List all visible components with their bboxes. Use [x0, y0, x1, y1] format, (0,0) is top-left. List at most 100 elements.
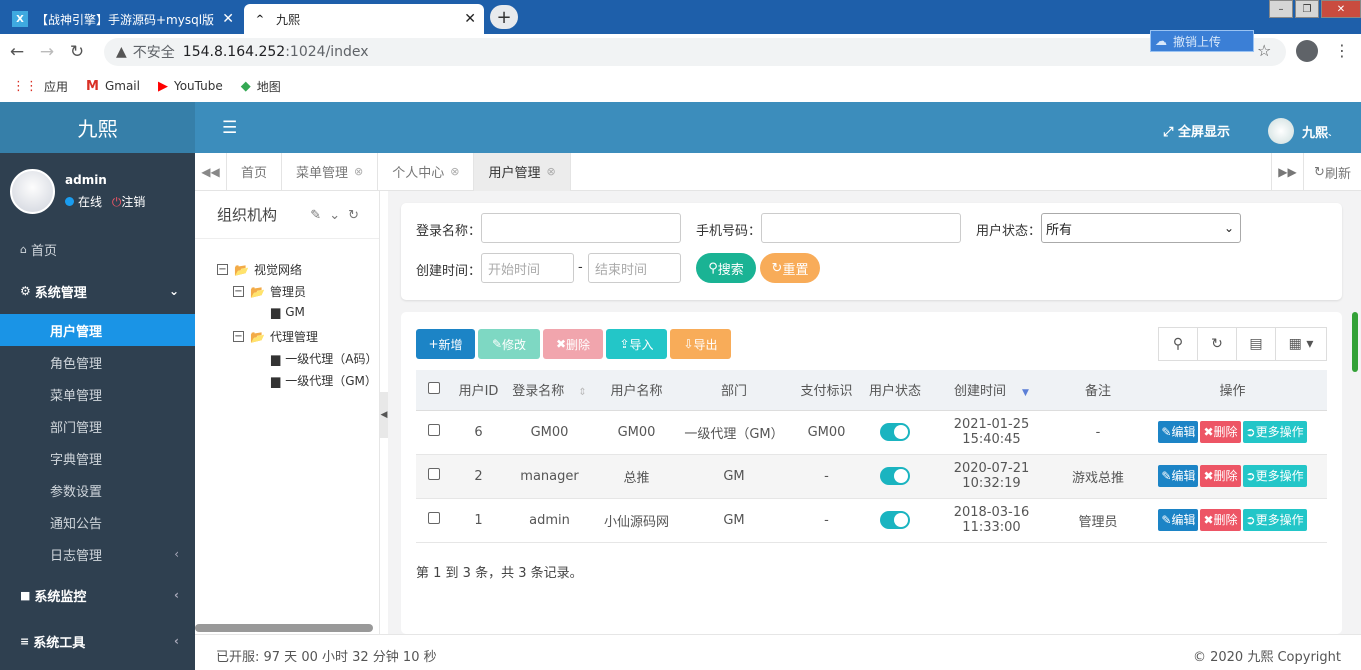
row-more-button[interactable]: ➲更多操作 [1242, 465, 1307, 487]
sidebar-item-system[interactable]: ⚙ 系统管理 ⌄ [0, 268, 195, 314]
phone-input[interactable] [761, 213, 961, 243]
browser-tab-2[interactable]: ^ 九熙 ✕ [244, 4, 484, 34]
profile-icon[interactable] [1296, 40, 1318, 62]
window-close-button[interactable]: ✕ [1321, 0, 1361, 18]
row-edit-button[interactable]: ✎编辑 [1158, 509, 1199, 531]
tree-node-agents[interactable]: − 📂 代理管理 [233, 328, 318, 345]
close-icon[interactable]: ⊗ [547, 165, 556, 178]
export-button[interactable]: ⇩ 导出 [670, 329, 731, 359]
row-more-button[interactable]: ➲更多操作 [1242, 509, 1307, 531]
tree-node-agent-a[interactable]: ▆ 一级代理（A码） [271, 350, 377, 367]
status-toggle[interactable] [880, 511, 910, 529]
avatar[interactable] [10, 169, 55, 214]
sidebar-item-logs[interactable]: 日志管理 ‹ [0, 538, 195, 570]
close-icon[interactable]: ⊗ [354, 165, 363, 178]
row-more-button[interactable]: ➲更多操作 [1242, 421, 1307, 443]
delete-button[interactable]: ✖ 删除 [543, 329, 603, 359]
collapse-icon[interactable]: − [217, 264, 228, 275]
tab-menu[interactable]: 菜单管理 ⊗ [282, 152, 379, 191]
status-select[interactable]: 所有 ⌄ [1041, 213, 1241, 243]
edit-icon[interactable]: ✎ [310, 208, 329, 223]
tabs-right-arrow-icon[interactable]: ▶▶ [1271, 153, 1303, 191]
horizontal-scrollbar[interactable] [195, 624, 373, 632]
maximize-button[interactable]: ❐ [1295, 0, 1319, 18]
refresh-tab-button[interactable]: ↻ 刷新 [1303, 153, 1361, 191]
refresh-icon[interactable]: ↻ [348, 208, 367, 223]
status-toggle[interactable] [880, 467, 910, 485]
status-toggle[interactable] [880, 423, 910, 441]
tree-node-admins[interactable]: − 📂 管理员 [233, 283, 306, 300]
column-header[interactable]: 创建时间 ▼ [925, 370, 1058, 411]
row-delete-button[interactable]: ✖删除 [1200, 421, 1241, 443]
list-view-icon[interactable]: ▤ [1236, 327, 1276, 361]
tree-node-agent-gm[interactable]: ▆ 一级代理（GM） [271, 372, 377, 389]
table-row[interactable]: 2 manager 总推 GM - 2020-07-21 10:32:19 游戏… [416, 454, 1327, 499]
sidebar-item-menus[interactable]: 菜单管理 [0, 378, 195, 410]
url-field[interactable]: ▲ 不安全 154.8.164.252 :1024/index [104, 38, 1286, 66]
tabs-left-arrow-icon[interactable]: ◀◀ [195, 152, 227, 191]
row-checkbox[interactable] [427, 468, 440, 480]
tab-home[interactable]: 首页 [227, 152, 283, 191]
sidebar-item-home[interactable]: ⌂ 首页 [0, 230, 195, 268]
close-icon[interactable]: ✕ [222, 11, 234, 27]
search-button[interactable]: ⚲ 搜索 [696, 253, 756, 283]
table-row[interactable]: 6 GM00 GM00 一级代理（GM） GM00 2021-01-25 15:… [416, 410, 1327, 455]
fullscreen-button[interactable]: ⤢ 全屏显示 [1163, 121, 1230, 140]
start-time-input[interactable]: 开始时间 [481, 253, 574, 283]
tab-users[interactable]: 用户管理 ⊗ [474, 152, 571, 191]
bookmark-youtube[interactable]: ▶ YouTube [158, 79, 223, 94]
columns-icon[interactable]: ▦ ▾ [1275, 327, 1327, 361]
sidebar-item-dict[interactable]: 字典管理 [0, 442, 195, 474]
minimize-button[interactable]: – [1269, 0, 1293, 18]
row-checkbox[interactable] [427, 424, 440, 436]
bookmark-maps[interactable]: ◆ 地图 [241, 78, 281, 95]
select-all-checkbox[interactable] [427, 381, 440, 394]
add-button[interactable]: + 新增 [416, 329, 475, 359]
login-name-input[interactable] [481, 213, 681, 243]
back-icon[interactable]: ← [4, 42, 30, 62]
top-user-menu[interactable]: 九熙˴ [1302, 122, 1332, 141]
app-logo[interactable]: 九熙 [0, 102, 195, 153]
extension-badge[interactable]: ☁ 撤销上传 [1150, 30, 1254, 52]
search-toggle-icon[interactable]: ⚲ [1158, 327, 1198, 361]
row-edit-button[interactable]: ✎编辑 [1158, 465, 1199, 487]
menu-icon[interactable]: ⋮ [1334, 41, 1350, 60]
reset-button[interactable]: ↻ 重置 [760, 253, 820, 283]
logout-icon[interactable]: ⏻ [112, 195, 122, 209]
collapse-icon[interactable]: − [233, 331, 244, 342]
sidebar-item-params[interactable]: 参数设置 [0, 474, 195, 506]
hamburger-icon[interactable]: ☰ [222, 118, 237, 138]
column-header[interactable]: 登录名称 ⇕ [506, 370, 593, 411]
bookmark-gmail[interactable]: M Gmail [86, 79, 140, 94]
sidebar-item-roles[interactable]: 角色管理 [0, 346, 195, 378]
row-delete-button[interactable]: ✖删除 [1200, 509, 1241, 531]
edit-button[interactable]: ✎ 修改 [478, 329, 540, 359]
close-icon[interactable]: ⊗ [450, 165, 459, 178]
logout-link[interactable]: 注销 [121, 195, 145, 209]
sidebar-item-users[interactable]: 用户管理 [0, 314, 195, 346]
close-icon[interactable]: ✕ [464, 11, 476, 27]
table-row[interactable]: 1 admin 小仙源码网 GM - 2018-03-16 11:33:00 管… [416, 498, 1327, 543]
tree-node-gm[interactable]: ▆ GM [271, 305, 305, 319]
tab-profile[interactable]: 个人中心 ⊗ [378, 152, 475, 191]
avatar[interactable] [1268, 118, 1294, 144]
chevron-down-icon[interactable]: ⌄ [329, 208, 348, 223]
sidebar-item-notices[interactable]: 通知公告 [0, 506, 195, 538]
panel-collapse-handle[interactable]: ◀ [380, 392, 388, 438]
bookmark-apps[interactable]: ⋮⋮ 应用 [12, 78, 68, 95]
forward-icon[interactable]: → [34, 42, 60, 62]
refresh-icon[interactable]: ↻ [1197, 327, 1237, 361]
sidebar-item-tools[interactable]: ≡ 系统工具 ‹ [0, 618, 195, 664]
row-edit-button[interactable]: ✎编辑 [1158, 421, 1199, 443]
row-checkbox[interactable] [427, 512, 440, 524]
row-delete-button[interactable]: ✖删除 [1200, 465, 1241, 487]
bookmark-star-icon[interactable]: ☆ [1257, 41, 1271, 60]
collapse-icon[interactable]: − [233, 286, 244, 297]
browser-tab-1[interactable]: X 【战神引擎】手游源码+mysql版 ✕ [4, 4, 242, 34]
reload-icon[interactable]: ↻ [64, 42, 90, 62]
sidebar-item-depts[interactable]: 部门管理 [0, 410, 195, 442]
new-tab-button[interactable]: + [490, 5, 518, 29]
sidebar-item-monitor[interactable]: ■ 系统监控 ‹ [0, 572, 195, 618]
import-button[interactable]: ⇪ 导入 [606, 329, 667, 359]
tree-node-root[interactable]: − 📂 视觉网络 [217, 261, 302, 278]
